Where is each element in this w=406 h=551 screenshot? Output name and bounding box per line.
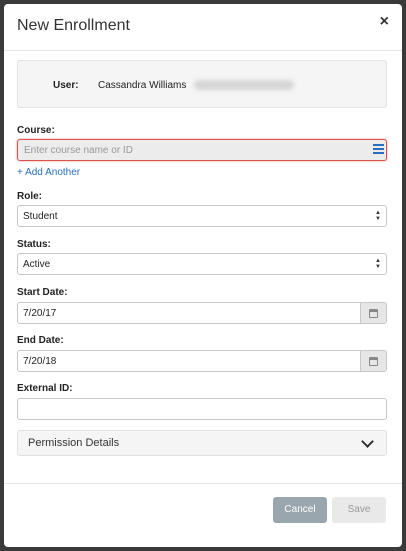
start-date-label: Start Date: — [17, 287, 68, 298]
end-date-group: 7/20/18 — [17, 350, 387, 372]
permission-details-toggle[interactable]: Permission Details — [17, 430, 387, 456]
calendar-icon — [369, 357, 378, 366]
select-arrows-icon: ▲ ▼ — [375, 210, 381, 222]
start-date-group: 7/20/17 — [17, 302, 387, 324]
new-enrollment-modal: New Enrollment × User: Cassandra William… — [4, 4, 402, 547]
role-label: Role: — [17, 191, 42, 202]
end-date-input[interactable]: 7/20/18 — [17, 350, 361, 372]
course-field-wrap — [17, 139, 387, 161]
modal-header: New Enrollment × — [4, 4, 402, 51]
modal-footer-divider — [4, 483, 402, 484]
course-input[interactable] — [17, 139, 387, 161]
external-id-label: External ID: — [17, 383, 73, 394]
external-id-input[interactable] — [17, 398, 387, 420]
list-icon[interactable] — [373, 144, 384, 154]
role-select[interactable]: Student ▲ ▼ — [17, 205, 387, 227]
add-another-link[interactable]: + Add Another — [17, 167, 80, 178]
course-label: Course: — [17, 125, 55, 136]
status-label: Status: — [17, 239, 51, 250]
cancel-button[interactable]: Cancel — [273, 497, 327, 523]
modal-title: New Enrollment — [17, 17, 130, 34]
start-date-value: 7/20/17 — [23, 308, 57, 319]
role-selected-value: Student — [23, 211, 58, 222]
permission-details-label: Permission Details — [28, 437, 120, 449]
start-date-calendar-button[interactable] — [361, 302, 387, 324]
select-arrows-icon: ▲ ▼ — [375, 258, 381, 270]
chevron-down-icon — [361, 435, 374, 448]
end-date-value: 7/20/18 — [23, 356, 57, 367]
end-date-calendar-button[interactable] — [361, 350, 387, 372]
save-button[interactable]: Save — [332, 497, 386, 523]
end-date-label: End Date: — [17, 335, 64, 346]
calendar-icon — [369, 309, 378, 318]
close-icon[interactable]: × — [380, 13, 389, 31]
user-info-box: User: Cassandra Williams — [17, 60, 387, 108]
status-selected-value: Active — [23, 259, 51, 270]
user-name: Cassandra Williams — [98, 80, 187, 91]
user-id-redacted — [194, 80, 294, 90]
start-date-input[interactable]: 7/20/17 — [17, 302, 361, 324]
user-label: User: — [53, 80, 79, 91]
status-select[interactable]: Active ▲ ▼ — [17, 253, 387, 275]
